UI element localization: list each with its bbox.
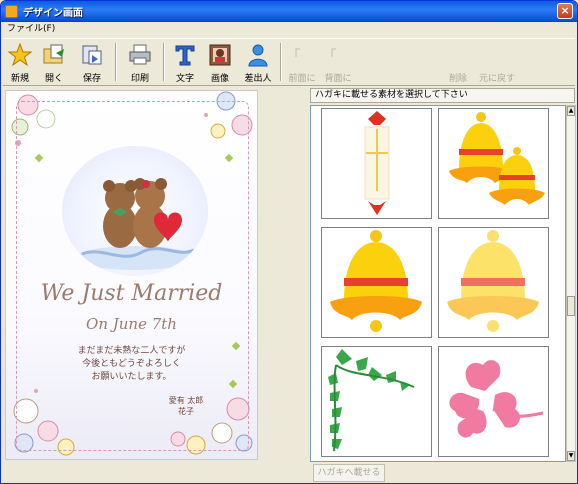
- open-button[interactable]: 開く: [37, 41, 71, 84]
- picture-icon: [209, 44, 231, 66]
- bring-front-label: 前面に: [288, 74, 316, 84]
- scroll-thumb[interactable]: [567, 296, 575, 316]
- sender-label: 差出人: [244, 74, 272, 84]
- menu-bar: ファイル(F): [1, 22, 577, 37]
- scroll-down-arrow-icon[interactable]: ▼: [567, 451, 575, 461]
- new-button[interactable]: 新規: [5, 41, 35, 84]
- teddy-bears-photo: [62, 146, 208, 276]
- send-back-icon: [331, 48, 336, 57]
- groom-name: 愛有 太郎: [168, 396, 204, 405]
- close-button[interactable]: ×: [557, 3, 573, 19]
- material-pink-clover[interactable]: [438, 346, 549, 457]
- pink-clover-icon: [449, 360, 544, 438]
- gallery-scrollbar[interactable]: ▲ ▼: [566, 105, 576, 462]
- undo-label: 元に戻す: [478, 74, 515, 84]
- title-bar[interactable]: デザイン画面 ×: [1, 1, 577, 22]
- card-title: We Just Married: [40, 281, 223, 306]
- postcard-preview[interactable]: We Just Married On June 7th まだまだ未熟な二人ですが…: [5, 90, 258, 460]
- menu-file[interactable]: ファイル(F): [7, 24, 55, 34]
- star-icon: [8, 43, 32, 67]
- material-ribbon-ornament[interactable]: [321, 108, 432, 219]
- image-button[interactable]: 画像: [204, 41, 236, 84]
- delete-label: 削除: [448, 74, 467, 84]
- send-back-label: 背面に: [324, 74, 352, 84]
- material-yellow-bell[interactable]: [321, 227, 432, 338]
- material-ivy-corner[interactable]: [321, 346, 432, 457]
- card-message-line: まだまだ未熟な二人ですが: [77, 346, 186, 356]
- print-label: 印刷: [130, 74, 149, 84]
- app-icon: [5, 5, 18, 18]
- ribbon-ornament-icon: [364, 111, 390, 215]
- material-light-bell[interactable]: [438, 227, 549, 338]
- materials-instruction: ハガキに載せる素材を選択して下さい: [310, 88, 575, 103]
- delete-button[interactable]: 削除: [441, 41, 475, 84]
- materials-gallery[interactable]: [310, 105, 566, 462]
- bring-front-button[interactable]: 前面に: [285, 41, 319, 84]
- toolbar: 新規 開く 保存 印刷 文字 画像 差出人 前面に 背面に 削除 元に戻す: [3, 38, 575, 86]
- bring-front-icon: [295, 48, 300, 57]
- card-preview-pane: We Just Married On June 7th まだまだ未熟な二人ですが…: [3, 88, 303, 462]
- light-bell-icon: [447, 230, 539, 332]
- scroll-up-arrow-icon[interactable]: ▲: [567, 106, 575, 116]
- send-back-button[interactable]: 背面に: [321, 41, 355, 84]
- window-title: デザイン画面: [23, 8, 83, 19]
- card-message: まだまだ未熟な二人ですが 今後ともどうぞよろしく お願いいたします。: [6, 345, 257, 384]
- toolbar-separator: [163, 43, 165, 81]
- save-button[interactable]: 保存: [73, 41, 111, 84]
- card-message-line: お願いいたします。: [91, 372, 172, 382]
- toolbar-separator: [115, 43, 117, 81]
- design-window: デザイン画面 × ファイル(F) 新規 開く 保存 印刷 文字 画像 差出人 前…: [0, 0, 578, 484]
- image-label: 画像: [210, 74, 229, 84]
- card-names: 愛有 太郎 花子: [146, 395, 226, 417]
- card-message-line: 今後ともどうぞよろしく: [82, 359, 181, 369]
- save-icon: [82, 45, 102, 65]
- bottom-bar: ハガキへ載せる: [1, 462, 577, 483]
- teddy-bears-illustration: [75, 178, 195, 270]
- double-bell-icon: [449, 112, 545, 205]
- toolbar-separator: [280, 43, 282, 81]
- text-button[interactable]: 文字: [169, 41, 201, 84]
- undo-button[interactable]: 元に戻す: [477, 41, 517, 84]
- material-double-bell[interactable]: [438, 108, 549, 219]
- open-label: 開く: [44, 74, 63, 84]
- card-date: On June 7th: [86, 315, 177, 333]
- print-button[interactable]: 印刷: [121, 41, 159, 84]
- open-folder-icon: [43, 44, 64, 64]
- place-on-card-button[interactable]: ハガキへ載せる: [313, 464, 385, 482]
- ivy-corner-icon: [328, 349, 415, 452]
- yellow-bell-icon: [330, 230, 422, 332]
- materials-pane: ハガキに載せる素材を選択して下さい ▲ ▼: [310, 88, 576, 462]
- save-label: 保存: [82, 74, 101, 84]
- new-label: 新規: [10, 74, 29, 84]
- printer-icon: [129, 44, 151, 65]
- person-icon: [248, 44, 268, 67]
- text-label: 文字: [175, 74, 194, 84]
- bride-name: 花子: [178, 407, 194, 416]
- text-t-icon: [175, 45, 195, 66]
- sender-button[interactable]: 差出人: [239, 41, 277, 84]
